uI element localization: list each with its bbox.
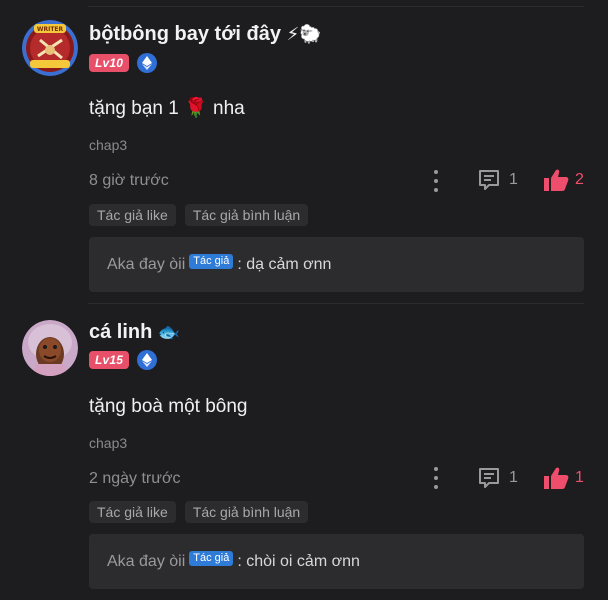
author-badge: Tác giả xyxy=(189,551,234,566)
author-tags: Tác giả like Tác giả bình luận xyxy=(89,501,309,523)
tag-author-commented: Tác giả bình luận xyxy=(184,501,309,523)
author-tags: Tác giả like Tác giả bình luận xyxy=(89,204,309,226)
comment-text: tặng bạn 1 🌹 nha xyxy=(89,97,245,119)
comment-icon xyxy=(479,170,499,190)
like-button[interactable]: 2 xyxy=(543,168,584,192)
svg-text:WRITER: WRITER xyxy=(37,26,64,33)
tag-author-liked: Tác giả like xyxy=(89,204,176,226)
tag-author-commented: Tác giả bình luận xyxy=(184,204,309,226)
more-vertical-icon[interactable] xyxy=(430,467,442,489)
reply-button[interactable]: 1 xyxy=(477,466,518,490)
username[interactable]: bộtbông bay tới đây ⚡🐑 xyxy=(89,22,322,47)
comment-icon xyxy=(479,468,499,488)
name-emoji: 🐟 xyxy=(157,322,181,343)
reply-author[interactable]: Aka đay òii xyxy=(107,553,185,571)
avatar[interactable]: WRITER xyxy=(22,20,78,76)
reply-count: 1 xyxy=(509,171,518,188)
reply-count: 1 xyxy=(509,469,518,486)
name-emoji: ⚡🐑 xyxy=(286,24,322,45)
author-badge: Tác giả xyxy=(189,254,234,269)
like-count: 2 xyxy=(575,171,584,188)
chapter-label[interactable]: chap3 xyxy=(89,435,127,451)
username-text[interactable]: cá linh xyxy=(89,321,152,343)
author-reply[interactable]: Aka đay òii Tác giả : chòi oi cảm ơnn xyxy=(89,534,584,589)
username-text[interactable]: bộtbông bay tới đây xyxy=(89,23,281,45)
badges: Lv15 xyxy=(89,350,158,370)
level-badge: Lv10 xyxy=(89,54,130,72)
timestamp: 8 giờ trước xyxy=(89,172,169,189)
reply-text: : dạ cảm ơnn xyxy=(237,255,332,273)
timestamp: 2 ngày trước xyxy=(89,470,181,487)
like-button[interactable]: 1 xyxy=(543,466,584,490)
thumbs-up-icon xyxy=(544,467,569,489)
ethereum-icon xyxy=(137,350,158,370)
chapter-label[interactable]: chap3 xyxy=(89,137,127,153)
tag-author-liked: Tác giả like xyxy=(89,501,176,523)
comment-divider xyxy=(88,303,584,304)
reply-button[interactable]: 1 xyxy=(477,168,518,192)
thumbs-up-icon xyxy=(544,169,569,191)
comment-text: tặng boà một bông xyxy=(89,396,248,417)
level-badge: Lv15 xyxy=(89,351,130,369)
badges: Lv10 xyxy=(89,53,158,73)
author-reply[interactable]: Aka đay òii Tác giả : dạ cảm ơnn xyxy=(89,237,584,292)
reply-author[interactable]: Aka đay òii xyxy=(107,256,185,274)
top-divider xyxy=(88,6,584,7)
avatar[interactable] xyxy=(22,320,78,376)
username[interactable]: cá linh 🐟 xyxy=(89,320,180,345)
rose-emoji: 🌹 xyxy=(184,97,208,119)
reply-text: : chòi oi cảm ơnn xyxy=(237,552,360,570)
more-vertical-icon[interactable] xyxy=(430,170,442,192)
like-count: 1 xyxy=(575,469,584,486)
ethereum-icon xyxy=(137,53,158,73)
